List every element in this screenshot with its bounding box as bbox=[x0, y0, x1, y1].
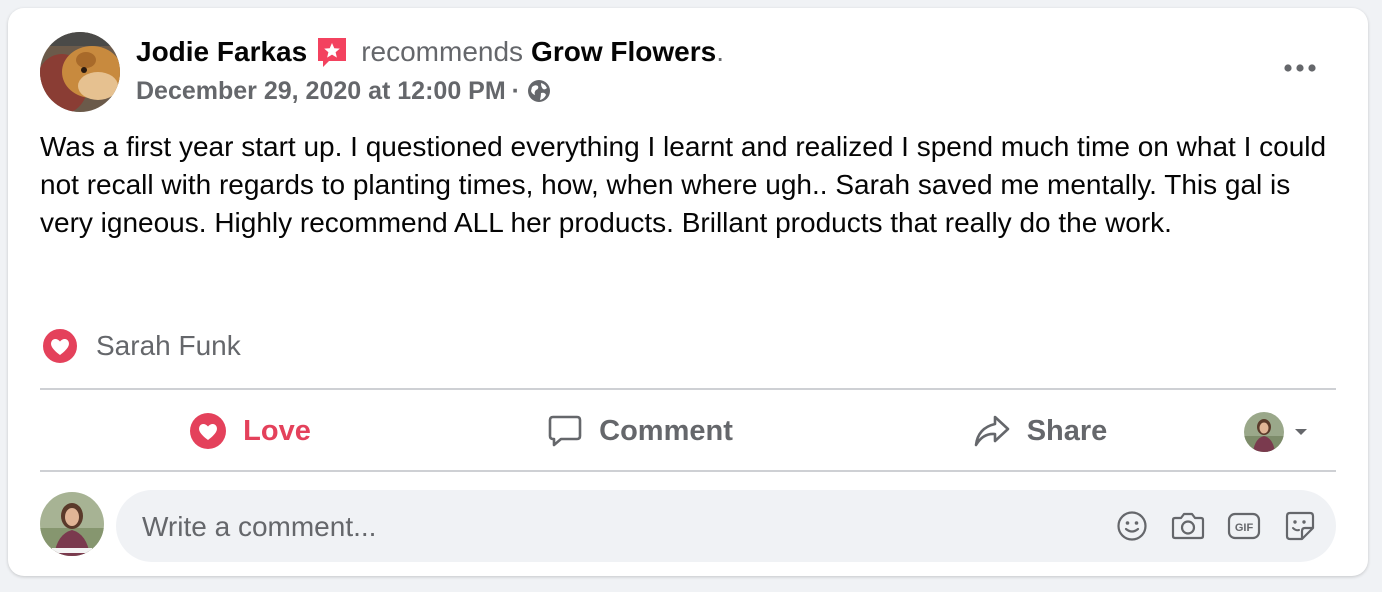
comment-input[interactable] bbox=[140, 490, 1044, 564]
comment-button[interactable]: Comment bbox=[520, 390, 760, 472]
camera-icon[interactable] bbox=[1170, 508, 1206, 544]
emoji-icon[interactable] bbox=[1114, 508, 1150, 544]
divider-bottom bbox=[40, 470, 1336, 472]
current-user-avatar[interactable] bbox=[40, 492, 104, 556]
comment-composer: GIF bbox=[40, 490, 1336, 564]
author-avatar[interactable] bbox=[40, 32, 120, 112]
globe-icon[interactable] bbox=[526, 78, 552, 104]
page-name-link[interactable]: Grow Flowers bbox=[531, 34, 716, 70]
meta-separator: · bbox=[511, 77, 520, 105]
more-dots-icon bbox=[1284, 64, 1316, 72]
sticker-icon[interactable] bbox=[1282, 508, 1318, 544]
recommendation-icon bbox=[315, 35, 349, 69]
author-name[interactable]: Jodie Farkas bbox=[136, 34, 307, 70]
more-options-button[interactable] bbox=[1274, 48, 1326, 88]
post-timestamp[interactable]: December 29, 2020 at 12:00 PM bbox=[136, 74, 506, 108]
svg-text:GIF: GIF bbox=[1235, 522, 1254, 534]
selector-avatar bbox=[1244, 412, 1284, 452]
gif-icon[interactable]: GIF bbox=[1226, 508, 1262, 544]
reactions-summary[interactable]: Sarah Funk bbox=[40, 326, 241, 366]
share-button[interactable]: Share bbox=[940, 390, 1140, 472]
reactor-names[interactable]: Sarah Funk bbox=[96, 330, 241, 362]
post-meta: December 29, 2020 at 12:00 PM · bbox=[136, 74, 552, 108]
post-body: Was a first year start up. I questioned … bbox=[40, 131, 1327, 238]
comment-icon bbox=[548, 415, 582, 447]
reaction-profile-selector[interactable] bbox=[1244, 412, 1308, 452]
post-card: Jodie Farkas recommends Grow Flowers . D… bbox=[8, 8, 1368, 576]
post-title-line: Jodie Farkas recommends Grow Flowers . bbox=[136, 34, 724, 70]
share-label: Share bbox=[1026, 414, 1108, 447]
love-label: Love bbox=[243, 414, 311, 447]
action-bar: Love Comment Share bbox=[40, 390, 1336, 472]
comment-box: GIF bbox=[116, 490, 1336, 564]
love-button[interactable]: Love bbox=[140, 390, 360, 472]
chevron-down-icon bbox=[1295, 429, 1307, 435]
love-icon bbox=[190, 413, 227, 449]
share-icon bbox=[974, 415, 1009, 447]
heart-icon bbox=[40, 326, 80, 366]
title-period: . bbox=[716, 36, 724, 67]
recommends-text: recommends bbox=[361, 36, 524, 67]
comment-label: Comment bbox=[599, 414, 733, 447]
